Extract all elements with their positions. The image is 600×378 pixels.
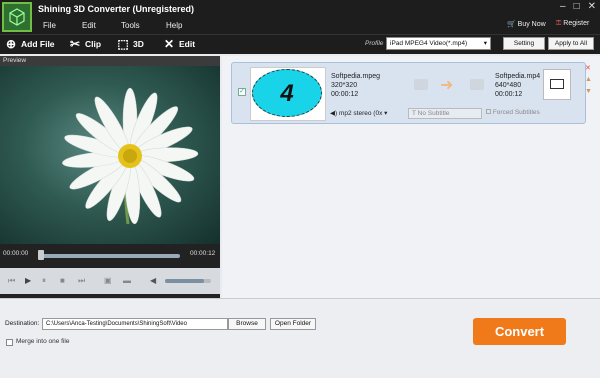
preview-video	[0, 66, 220, 244]
add-file-icon: ⊕	[5, 37, 17, 51]
volume-fill	[165, 279, 205, 283]
output-name: Softpedia.mp4	[495, 73, 541, 80]
setting-button[interactable]: Setting	[503, 37, 545, 50]
down-icon[interactable]: ▼	[585, 88, 592, 95]
remove-icon[interactable]: ✕	[585, 64, 591, 72]
audio-select[interactable]: ◀) mp2 stereo (0x ▾	[330, 108, 400, 119]
tools-icon: ✕	[163, 37, 175, 51]
folder-icon[interactable]: ▬	[123, 276, 131, 285]
thumbnail-image: 4	[252, 69, 322, 117]
source-resolution: 320*320	[331, 82, 358, 89]
next-icon[interactable]: ⏭	[78, 276, 85, 286]
maximize-icon[interactable]: □	[574, 1, 580, 12]
progress-slider[interactable]	[42, 254, 180, 258]
minimize-icon[interactable]: –	[560, 1, 566, 12]
progress-handle[interactable]	[38, 250, 44, 260]
window-controls: – □ ✕	[552, 1, 596, 12]
destination-input[interactable]: C:\Users\Anca-Testing\Documents\ShiningS…	[42, 318, 228, 330]
window-title: Shining 3D Converter (Unregistered)	[38, 4, 195, 14]
source-name: Softpedia.mpeg	[331, 73, 381, 80]
menu-file[interactable]: File	[43, 21, 56, 30]
forced-subtitles[interactable]: Forced Subtitles	[486, 109, 540, 116]
close-icon[interactable]: ✕	[588, 1, 596, 12]
time-total: 00:00:12	[190, 250, 216, 257]
clip-button[interactable]: ✂ Clip	[68, 37, 101, 51]
menu-tools[interactable]: Tools	[121, 21, 140, 30]
convert-button[interactable]: Convert	[473, 318, 566, 345]
browse-button[interactable]: Browse	[228, 318, 266, 330]
register-link[interactable]: ⚿ Register	[556, 20, 589, 28]
previous-icon[interactable]: ⏮	[8, 276, 15, 286]
apply-to-all-button[interactable]: Apply to All	[548, 37, 594, 50]
3d-button[interactable]: ⬚ 3D	[116, 37, 144, 51]
menu-edit[interactable]: Edit	[82, 21, 96, 30]
time-current: 00:00:00	[3, 250, 29, 257]
speaker-icon: ◀)	[330, 110, 338, 117]
add-file-button[interactable]: ⊕ Add File	[4, 37, 55, 51]
volume-icon[interactable]: ◀	[150, 276, 156, 285]
cart-icon: 🛒	[507, 21, 516, 28]
profile-label: Profile	[365, 40, 384, 47]
stop-icon[interactable]: ■	[60, 276, 65, 285]
chevron-down-icon: ▾	[483, 40, 487, 47]
pause-icon[interactable]: ⏸	[42, 276, 46, 286]
edit-button[interactable]: ✕ Edit	[162, 37, 195, 51]
output-resolution: 640*480	[495, 82, 522, 89]
up-icon[interactable]: ▲	[585, 76, 592, 83]
3d-cube-icon: ⬚	[117, 37, 129, 51]
profile-select[interactable]: iPad MPEG4 Video(*.mp4) ▾	[386, 37, 491, 50]
output-info: Softpedia.mp4 640*480 00:00:12	[495, 72, 540, 99]
forced-checkbox[interactable]	[486, 109, 491, 114]
scissors-icon: ✂	[69, 37, 81, 51]
play-icon[interactable]: ▶	[25, 276, 31, 285]
tablet-icon	[550, 79, 564, 89]
merge-checkbox[interactable]	[6, 339, 13, 346]
destination-label: Destination:	[5, 320, 40, 327]
subtitle-select[interactable]: T No Subtitle	[408, 108, 482, 119]
output-format-button[interactable]	[543, 69, 571, 100]
source-info: Softpedia.mpeg 320*320 00:00:12	[331, 72, 380, 99]
3d-badge-icon	[414, 79, 428, 90]
source-duration: 00:00:12	[331, 91, 359, 98]
subtitle-icon: T	[412, 110, 416, 117]
arrow-right-icon: ➜	[440, 77, 454, 94]
merge-label: Merge into one file	[16, 338, 70, 345]
snapshot-icon[interactable]: ▣	[104, 276, 112, 285]
file-checkbox[interactable]: ✓	[238, 88, 246, 96]
daisy-image	[62, 87, 199, 225]
preview-header: Preview	[0, 56, 220, 66]
profile-value: iPad MPEG4 Video(*.mp4)	[390, 40, 468, 47]
open-folder-button[interactable]: Open Folder	[270, 318, 316, 330]
buy-now-link[interactable]: 🛒 Buy Now	[507, 20, 546, 28]
app-logo-icon	[2, 2, 32, 32]
key-icon: ⚿	[556, 20, 562, 27]
output-duration: 00:00:12	[495, 91, 523, 98]
3d-output-badge-icon	[470, 79, 484, 90]
menu-help[interactable]: Help	[166, 21, 182, 30]
